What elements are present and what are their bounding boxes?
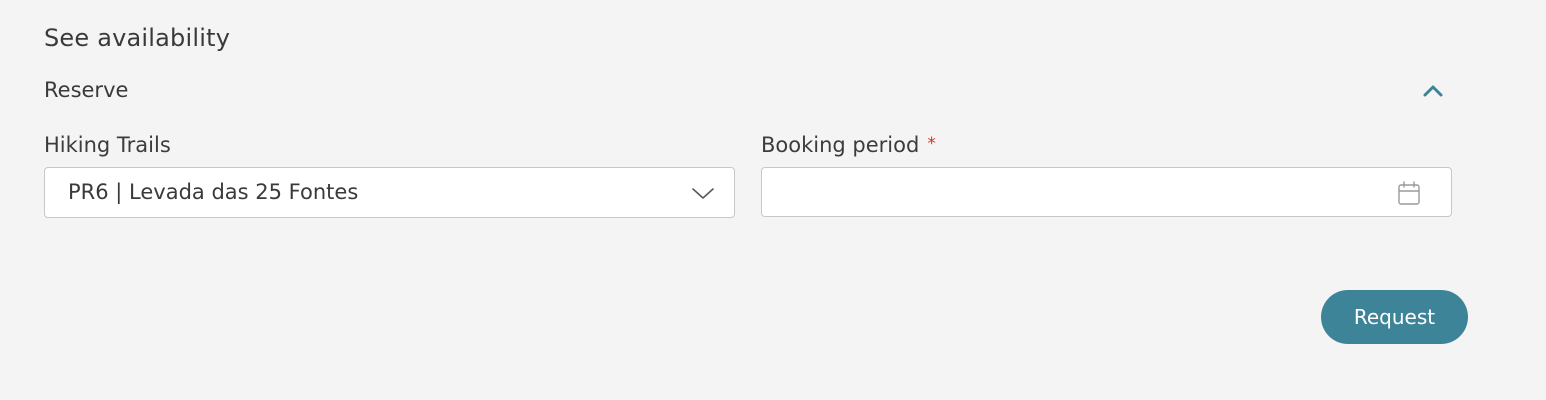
required-marker: *: [927, 134, 936, 154]
booking-period-label: Booking period *: [761, 133, 936, 157]
booking-period-label-text: Booking period: [761, 133, 920, 157]
hiking-trails-label-text: Hiking Trails: [44, 133, 171, 157]
hiking-trails-selected-value: PR6 | Levada das 25 Fontes: [68, 180, 359, 204]
chevron-down-icon: [692, 188, 714, 199]
hiking-trails-label: Hiking Trails: [44, 133, 171, 157]
booking-period-input[interactable]: [761, 167, 1452, 217]
page-title: See availability: [44, 24, 231, 52]
reserve-section-title: Reserve: [44, 78, 129, 102]
chevron-up-icon: [1423, 85, 1443, 97]
collapse-toggle-button[interactable]: [1418, 78, 1448, 104]
calendar-icon[interactable]: [1397, 180, 1421, 206]
hiking-trails-select[interactable]: PR6 | Levada das 25 Fontes: [44, 167, 735, 218]
request-button[interactable]: Request: [1321, 290, 1468, 344]
